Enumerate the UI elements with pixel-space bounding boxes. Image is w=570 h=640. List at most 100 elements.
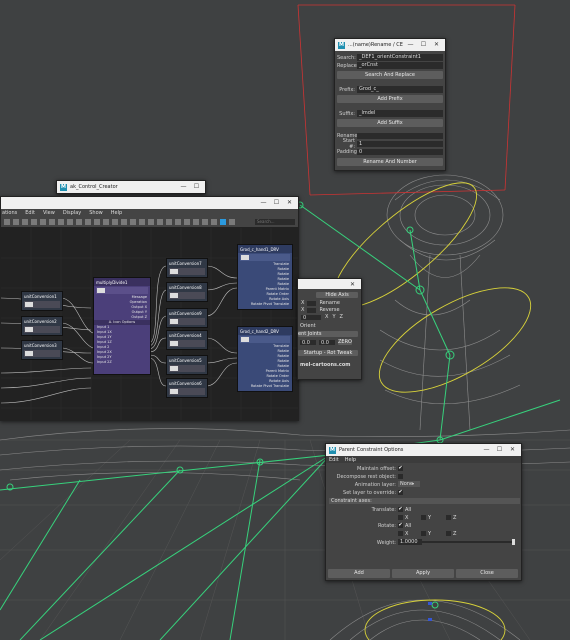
apply-button[interactable]: Apply <box>392 569 454 578</box>
menu-item[interactable]: Edit <box>25 210 35 216</box>
add-suffix-button[interactable]: Add Suffix <box>337 119 443 127</box>
toolbar-icon[interactable] <box>4 219 10 225</box>
toolbar-icon[interactable] <box>112 219 118 225</box>
decompose-checkbox[interactable] <box>398 474 403 479</box>
toolbar-icon[interactable] <box>148 219 154 225</box>
rotate-z-checkbox[interactable] <box>446 531 451 536</box>
toolbar-icon[interactable] <box>139 219 145 225</box>
minimize-icon[interactable]: — <box>177 181 190 193</box>
maximize-icon[interactable]: ☐ <box>493 444 506 456</box>
toolbar-icon[interactable] <box>13 219 19 225</box>
close-icon[interactable]: ✕ <box>283 197 296 209</box>
toolbar-icon[interactable] <box>193 219 199 225</box>
rotate-x-checkbox[interactable] <box>398 531 403 536</box>
toolbar-icon[interactable] <box>211 219 217 225</box>
node-port[interactable]: Rotate Pivot Translate <box>238 384 292 389</box>
search-and-replace-button[interactable]: Search And Replace <box>337 71 443 79</box>
menu-item[interactable]: ations <box>2 210 17 216</box>
add-prefix-button[interactable]: Add Prefix <box>337 95 443 103</box>
node-unit-conversion-3[interactable]: unitConversion3 <box>21 340 63 360</box>
node-port[interactable]: Rotate Pivot Translate <box>238 302 292 307</box>
maximize-icon[interactable]: ☐ <box>417 39 430 51</box>
minimize-icon[interactable]: — <box>404 39 417 51</box>
rename-and-number-button[interactable]: Rename And Number <box>337 158 443 166</box>
toolbar-icon[interactable] <box>220 219 226 225</box>
orient-joints-button[interactable]: ent Joints <box>298 331 358 337</box>
replace-field[interactable]: _orCnst <box>357 62 443 69</box>
toolbar-icon[interactable] <box>85 219 91 225</box>
rot-tweak-button[interactable]: Startup - Rot Tweak <box>298 350 358 356</box>
translate-x-checkbox[interactable] <box>398 515 403 520</box>
close-icon[interactable]: ✕ <box>506 444 519 456</box>
prefix-field[interactable]: Grod_c_ <box>357 86 443 93</box>
close-icon[interactable]: ✕ <box>430 39 443 51</box>
toolbar-icon[interactable] <box>229 219 235 225</box>
constraint-axes-header[interactable]: Constraint axes: <box>329 498 520 504</box>
node-port[interactable]: Input 2Z <box>94 360 150 365</box>
node-unit-conversion-8[interactable]: unitConversion8 <box>166 282 208 302</box>
node-editor-window[interactable]: —☐✕ ations Edit View Display Show Help <box>0 196 299 421</box>
toolbar-icon[interactable] <box>130 219 136 225</box>
node-search-input[interactable]: Search... <box>255 219 295 225</box>
toolbar-icon[interactable] <box>67 219 73 225</box>
toolbar-icon[interactable] <box>184 219 190 225</box>
toolbar-icon[interactable] <box>22 219 28 225</box>
node-unit-conversion-1[interactable]: unitConversion1 <box>21 291 63 311</box>
node-unit-conversion-6[interactable]: unitConversion6 <box>166 378 208 398</box>
maximize-icon[interactable]: ☐ <box>190 181 203 193</box>
padding-field[interactable]: 0 <box>357 149 443 155</box>
suffix-field[interactable]: _lmdel <box>357 110 443 117</box>
toolbar-icon[interactable] <box>166 219 172 225</box>
website-link[interactable]: mel-cartoons.com <box>300 362 351 368</box>
pos-field[interactable]: 0 <box>301 314 321 321</box>
toolbar-icon[interactable] <box>58 219 64 225</box>
minimize-icon[interactable]: — <box>257 197 270 209</box>
toolbar-icon[interactable] <box>76 219 82 225</box>
value-field[interactable]: 0.0 <box>300 340 316 346</box>
parent-constraint-titlebar[interactable]: M Parent Constraint Options — ☐ ✕ <box>326 444 521 456</box>
menu-edit[interactable]: Edit <box>329 457 339 463</box>
weight-slider-handle[interactable] <box>512 539 515 545</box>
start-field[interactable]: 1 <box>357 141 443 147</box>
axis-field[interactable] <box>307 307 317 313</box>
hide-axis-button[interactable]: Hide Axis <box>316 292 358 298</box>
rotate-y-checkbox[interactable] <box>421 531 426 536</box>
toolbar-icon[interactable] <box>175 219 181 225</box>
maximize-icon[interactable]: ☐ <box>270 197 283 209</box>
menu-item[interactable]: Help <box>111 210 122 216</box>
joint-tool-panel[interactable]: ✕ Hide Axis X Rename X Reverse 0 X Y Z O… <box>297 278 362 380</box>
zero-button[interactable]: ZERO <box>338 340 352 345</box>
menu-item[interactable]: Display <box>63 210 81 216</box>
node-unit-conversion-4[interactable]: unitConversion4 <box>166 330 208 350</box>
node-grod-hand2[interactable]: Grod_c_hand2_DRV Translate Rotate Rotate… <box>237 326 293 392</box>
rename-titlebar[interactable]: M ...(name)Rename / CE — ☐ ✕ <box>335 39 445 51</box>
toolbar-icon[interactable] <box>103 219 109 225</box>
control-creator-window[interactable]: M ak_Control_Creator — ☐ <box>56 180 206 194</box>
menu-item[interactable]: View <box>43 210 55 216</box>
rotate-all-checkbox[interactable]: ✔ <box>398 523 403 528</box>
node-unit-conversion-2[interactable]: unitConversion2 <box>21 316 63 336</box>
translate-z-checkbox[interactable] <box>446 515 451 520</box>
search-field[interactable]: _DEF1_orientConstraint1 <box>357 54 443 61</box>
node-editor-titlebar[interactable]: — ☐ ✕ <box>1 197 298 209</box>
toolbar-icon[interactable] <box>157 219 163 225</box>
joint-tool-titlebar[interactable]: ✕ <box>298 279 361 289</box>
parent-constraint-window[interactable]: M Parent Constraint Options — ☐ ✕ Edit Hel… <box>325 443 522 581</box>
node-unit-conversion-9[interactable]: unitConversion9 <box>166 308 208 328</box>
translate-all-checkbox[interactable]: ✔ <box>398 507 403 512</box>
node-multiply-divide[interactable]: multiplyDivide1 Message Operation Output… <box>93 277 151 375</box>
toolbar-icon[interactable] <box>94 219 100 225</box>
close-button[interactable]: Close <box>456 569 518 578</box>
animation-layer-dropdown[interactable]: None <box>398 481 420 487</box>
set-layer-checkbox[interactable]: ✔ <box>398 490 403 495</box>
toolbar-icon[interactable] <box>121 219 127 225</box>
toolbar-icon[interactable] <box>40 219 46 225</box>
toolbar-icon[interactable] <box>202 219 208 225</box>
add-button[interactable]: Add <box>328 569 390 578</box>
value-field[interactable]: 0.0 <box>319 340 335 346</box>
node-unit-conversion-7[interactable]: unitConversion7 <box>166 258 208 278</box>
node-unit-conversion-5[interactable]: unitConversion5 <box>166 355 208 375</box>
toolbar-icon[interactable] <box>49 219 55 225</box>
weight-field[interactable]: 1.0000 <box>398 539 422 545</box>
rename-window[interactable]: M ...(name)Rename / CE — ☐ ✕ Search: _DEF1… <box>334 38 446 171</box>
